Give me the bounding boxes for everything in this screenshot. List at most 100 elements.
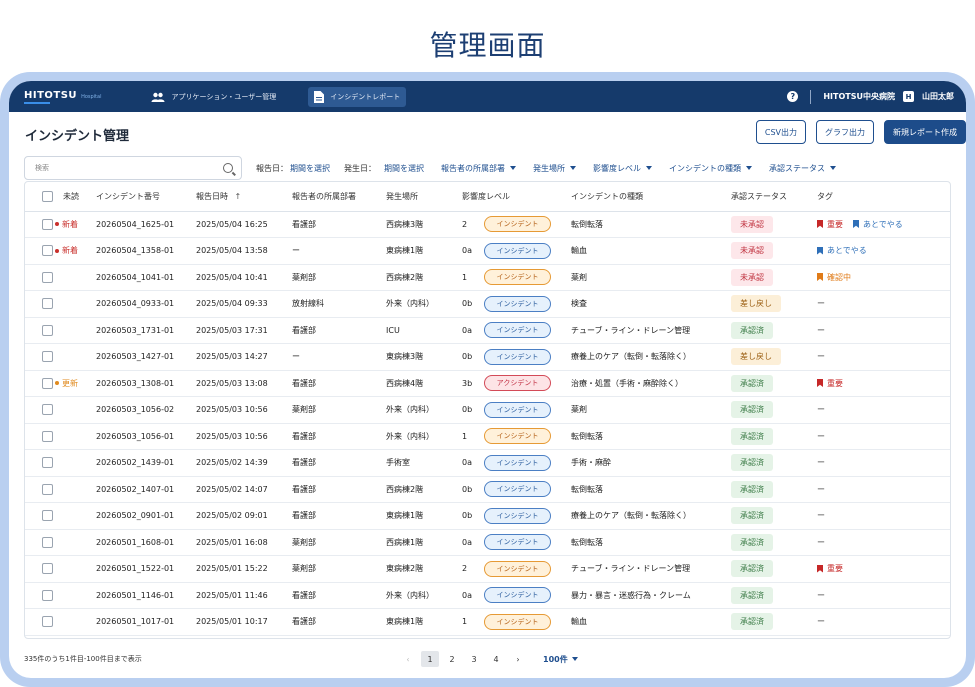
page-1[interactable]: 1 — [421, 651, 439, 667]
row-checkbox[interactable] — [42, 563, 53, 575]
incident-number[interactable]: 20260503_1308-01 — [96, 370, 196, 397]
row-checkbox[interactable] — [42, 271, 53, 283]
filter-approval[interactable]: 承認ステータス — [769, 163, 836, 174]
table-row[interactable]: 20260501_1522-01 2025/05/01 15:22 薬剤部 東病棟2階… — [25, 555, 950, 583]
incident-number[interactable]: 20260504_1358-01 — [96, 237, 196, 265]
report-datetime: 2025/05/04 09:33 — [196, 290, 292, 318]
filter-type[interactable]: インシデントの種類 — [669, 163, 752, 174]
col-unread[interactable]: 未読 — [63, 182, 96, 212]
approval-status-badge: 承認済 — [731, 401, 773, 419]
user-avatar-icon[interactable]: H — [903, 91, 914, 102]
search-input[interactable]: 検索 — [24, 156, 242, 180]
incident-type: 輸血 — [571, 237, 731, 265]
nav-app-user-management[interactable]: アプリケーション・ユーザー管理 — [145, 88, 282, 106]
tag[interactable]: 確認中 — [817, 272, 851, 283]
filter-impact[interactable]: 影響度レベル — [593, 163, 652, 174]
search-icon[interactable] — [223, 163, 233, 173]
table-row[interactable]: 20260502_1407-01 2025/05/02 14:07 看護部 西病棟2階… — [25, 476, 950, 503]
table-row[interactable]: 20260502_1439-01 2025/05/02 14:39 看護部 手術室 0a… — [25, 449, 950, 477]
incident-number[interactable]: 20260501_1017-01 — [96, 608, 196, 636]
sort-ascending-icon[interactable]: ↑ — [235, 192, 242, 201]
col-dept[interactable]: 報告者の所属部署 — [292, 182, 386, 212]
new-report-button[interactable]: 新規レポート作成 — [884, 120, 966, 144]
row-checkbox[interactable] — [42, 245, 53, 257]
table-row[interactable]: 20260503_1056-02 2025/05/03 10:56 薬剤部 外来（内科… — [25, 396, 950, 424]
impact-cell: 0b インシデント — [462, 290, 571, 318]
row-checkbox[interactable] — [42, 351, 53, 363]
tag[interactable]: 重要 — [817, 563, 843, 574]
table-row[interactable]: 更新 20260503_1308-01 2025/05/03 13:08 看護部 西病棟… — [25, 370, 950, 397]
col-datetime[interactable]: 報告日時 ↑ — [196, 182, 292, 212]
incident-number[interactable]: 20260502_1439-01 — [96, 449, 196, 477]
prev-page-icon[interactable]: ‹ — [399, 651, 417, 667]
row-checkbox[interactable] — [42, 483, 53, 495]
table-row[interactable]: 20260501_1017-01 2025/05/01 10:17 看護部 東病棟1階… — [25, 608, 950, 636]
nav-incident-report[interactable]: インシデントレポート — [308, 86, 407, 107]
report-date-picker[interactable]: 期間を選択 — [290, 163, 330, 174]
incident-type: 転倒転落 — [571, 476, 731, 503]
next-page-icon[interactable]: › — [509, 651, 527, 667]
tag[interactable]: あとでやる — [853, 219, 903, 230]
page-3[interactable]: 3 — [465, 651, 483, 667]
incident-number[interactable]: 20260503_1056-02 — [96, 396, 196, 424]
reporter-dept: ー — [292, 237, 386, 265]
table-row[interactable]: 20260503_1056-01 2025/05/03 10:56 看護部 外来（内科… — [25, 423, 950, 450]
tag[interactable]: あとでやる — [817, 245, 867, 256]
incident-number[interactable]: 20260501_1146-01 — [96, 582, 196, 609]
row-checkbox[interactable] — [42, 510, 53, 522]
table-row[interactable]: 20260504_1041-01 2025/05/04 10:41 薬剤部 西病棟2階… — [25, 264, 950, 291]
row-checkbox[interactable] — [42, 589, 53, 601]
table-row[interactable]: 20260503_1427-01 2025/05/03 14:27 ー東病棟3階 0b… — [25, 343, 950, 371]
incident-number[interactable]: 20260504_0933-01 — [96, 290, 196, 318]
help-icon[interactable]: ? — [787, 91, 799, 102]
table-row[interactable]: 20260502_0901-01 2025/05/02 09:01 看護部 東病棟1階… — [25, 502, 950, 530]
incident-number[interactable]: 20260501_1522-01 — [96, 555, 196, 583]
table-row[interactable]: 新着 20260504_1358-01 2025/05/04 13:58 ー東病棟1階… — [25, 237, 950, 265]
row-checkbox[interactable] — [42, 430, 53, 442]
tag[interactable]: 重要 — [817, 219, 843, 230]
row-checkbox[interactable] — [42, 324, 53, 336]
occur-date-picker[interactable]: 期間を選択 — [384, 163, 424, 174]
table-row[interactable]: 新着 20260504_1625-01 2025/05/04 16:25 看護部 西病棟… — [25, 211, 950, 238]
page-4[interactable]: 4 — [487, 651, 505, 667]
incident-number[interactable]: 20260502_0901-01 — [96, 502, 196, 530]
incident-number[interactable]: 20260504_1625-01 — [96, 211, 196, 238]
col-place[interactable]: 発生場所 — [386, 182, 462, 212]
col-number[interactable]: インシデント番号 — [96, 182, 196, 212]
user-name[interactable]: 山田太郎 — [922, 91, 954, 102]
page-2[interactable]: 2 — [443, 651, 461, 667]
tag[interactable]: 重要 — [817, 378, 843, 389]
incident-number[interactable]: 20260503_1056-01 — [96, 423, 196, 450]
per-page-select[interactable]: 100件 — [543, 654, 578, 665]
row-checkbox[interactable] — [42, 298, 53, 310]
incident-number[interactable]: 20260501_1608-01 — [96, 529, 196, 556]
incident-number[interactable]: 20260503_1731-01 — [96, 317, 196, 344]
csv-export-button[interactable]: CSV出力 — [755, 120, 806, 144]
col-impact[interactable]: 影響度レベル — [462, 182, 571, 212]
row-checkbox[interactable] — [42, 616, 53, 628]
table-row[interactable]: 20260503_1731-01 2025/05/03 17:31 看護部 ICU 0a… — [25, 317, 950, 344]
app-logo[interactable]: HITOTSU Hospital — [24, 90, 101, 104]
row-checkbox[interactable] — [42, 457, 53, 469]
row-checkbox[interactable] — [42, 404, 53, 416]
approval-status-badge: 未承認 — [731, 242, 773, 260]
graph-export-button[interactable]: グラフ出力 — [816, 120, 874, 144]
col-tag[interactable]: タグ — [817, 182, 950, 212]
row-checkbox[interactable] — [42, 377, 53, 389]
row-checkbox[interactable] — [42, 218, 53, 230]
filter-place-label: 発生場所 — [533, 163, 565, 173]
table-row[interactable]: 20260504_0933-01 2025/05/04 09:33 放射線科 外来（内… — [25, 290, 950, 318]
unread-label: 更新 — [62, 378, 78, 388]
table-row[interactable]: 20260501_1608-01 2025/05/01 16:08 薬剤部 西病棟1階… — [25, 529, 950, 556]
incident-number[interactable]: 20260504_1041-01 — [96, 264, 196, 291]
filter-place[interactable]: 発生場所 — [533, 163, 576, 174]
col-type[interactable]: インシデントの種類 — [571, 182, 731, 212]
filter-dept[interactable]: 報告者の所属部署 — [441, 163, 516, 174]
impact-cell: 2 インシデント — [462, 555, 571, 583]
select-all-checkbox[interactable] — [42, 190, 53, 202]
row-checkbox[interactable] — [42, 536, 53, 548]
incident-number[interactable]: 20260502_1407-01 — [96, 476, 196, 503]
table-row[interactable]: 20260501_1146-01 2025/05/01 11:46 看護部 外来（内科… — [25, 582, 950, 609]
incident-number[interactable]: 20260503_1427-01 — [96, 343, 196, 371]
col-approval[interactable]: 承認ステータス — [731, 182, 817, 212]
